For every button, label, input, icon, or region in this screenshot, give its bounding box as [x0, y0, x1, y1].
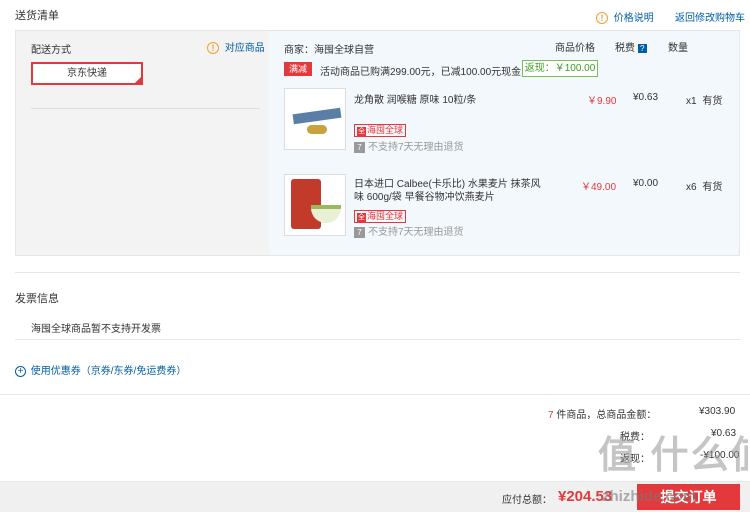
- candy-tube-image: [292, 107, 342, 125]
- page-title: 送货清单: [15, 10, 59, 22]
- return-note: 7 不支持7天无理由退货: [354, 138, 464, 153]
- shipping-method-label: 京东快递: [67, 68, 107, 79]
- haitun-tag: 全海囤全球: [354, 124, 407, 137]
- item-count: 7: [548, 410, 554, 421]
- shipping-label: 配送方式: [31, 45, 71, 56]
- match-goods-label: 对应商品: [224, 43, 265, 54]
- promo-badge: 满减: [284, 62, 312, 76]
- selected-corner-icon: [135, 77, 141, 83]
- col-tax: 税费 ?: [615, 39, 647, 54]
- help-icon[interactable]: ?: [637, 43, 647, 53]
- item-qty-value: x1: [686, 96, 697, 107]
- item-stock: 有货: [702, 182, 723, 193]
- col-price: 商品价格: [555, 43, 595, 54]
- return-note-label: 不支持7天无理由退货: [368, 142, 464, 153]
- haitun-tag-label: 海囤全球: [367, 125, 404, 135]
- item-thumbnail[interactable]: [284, 88, 346, 150]
- haitun-tag: 全海囤全球: [354, 210, 407, 223]
- haitun-tag-label: 海囤全球: [367, 211, 404, 221]
- invoice-title: 发票信息: [15, 293, 59, 305]
- global-icon: 全: [357, 213, 366, 222]
- return-note-label: 不支持7天无理由退货: [368, 227, 464, 238]
- section-divider: [15, 272, 740, 273]
- no-return-icon: 7: [354, 227, 365, 238]
- col-tax-label: 税费: [615, 43, 635, 54]
- item-tax: ¥0.63: [633, 92, 659, 103]
- return-note: 7 不支持7天无理由退货: [354, 223, 464, 238]
- price-note-link[interactable]: ! 价格说明: [596, 9, 654, 25]
- price-note-label: 价格说明: [613, 13, 654, 24]
- shipping-method-button[interactable]: 京东快递: [31, 62, 143, 85]
- item-name[interactable]: 龙角散 润喉糖 原味 10粒/条: [354, 91, 534, 106]
- back-to-cart-link[interactable]: 返回修改购物车: [675, 9, 745, 24]
- shipping-divider: [31, 108, 260, 109]
- watermark-logo: 值 什么值得买: [598, 435, 748, 477]
- item-stock: 有货: [702, 96, 723, 107]
- warning-icon: !: [207, 42, 219, 55]
- item-count-suffix: 件商品，总商品金额：: [556, 410, 657, 421]
- total-goods-value: ¥303.90: [699, 406, 736, 417]
- item-price: ￥49.00: [581, 182, 617, 193]
- invoice-note: 海囤全球商品暂不支持开发票: [31, 324, 161, 335]
- col-qty: 数量: [668, 43, 688, 54]
- coupon-label: 使用优惠券（京券/东券/免运费券）: [30, 366, 187, 377]
- promo-text: 活动商品已购满299.00元，已减100.00元现金: [320, 67, 522, 78]
- item-price: ￥9.90: [587, 96, 617, 107]
- item-tax: ¥0.00: [633, 178, 659, 189]
- item-qty: x1 有货: [686, 92, 722, 107]
- item-qty: x6 有货: [686, 178, 722, 193]
- item-qty-value: x6: [686, 182, 697, 193]
- item-name[interactable]: 日本进口 Calbee(卡乐比) 水果麦片 抹茶风味 600g/袋 早餐谷物冲饮…: [354, 178, 544, 204]
- match-goods-link[interactable]: ! 对应商品: [207, 39, 265, 55]
- coupon-toggle[interactable]: + 使用优惠券（京券/东券/免运费券）: [15, 362, 186, 377]
- watermark-url: zhizhide.com: [602, 488, 697, 505]
- no-return-icon: 7: [354, 142, 365, 153]
- cereal-bag-image: [291, 179, 321, 229]
- merchant-label: 商家：海囤全球自营: [284, 45, 374, 56]
- section-divider: [15, 339, 740, 340]
- rebate-badge: 返现：￥100.00: [522, 60, 598, 77]
- plus-icon: +: [15, 365, 26, 377]
- global-icon: 全: [357, 127, 366, 136]
- payable-label: 应付总额：: [502, 495, 552, 506]
- candy-pieces-image: [307, 125, 327, 134]
- summary-goods: 7 件商品，总商品金额：: [548, 406, 656, 421]
- item-thumbnail[interactable]: [284, 174, 346, 236]
- warning-icon: !: [596, 12, 608, 25]
